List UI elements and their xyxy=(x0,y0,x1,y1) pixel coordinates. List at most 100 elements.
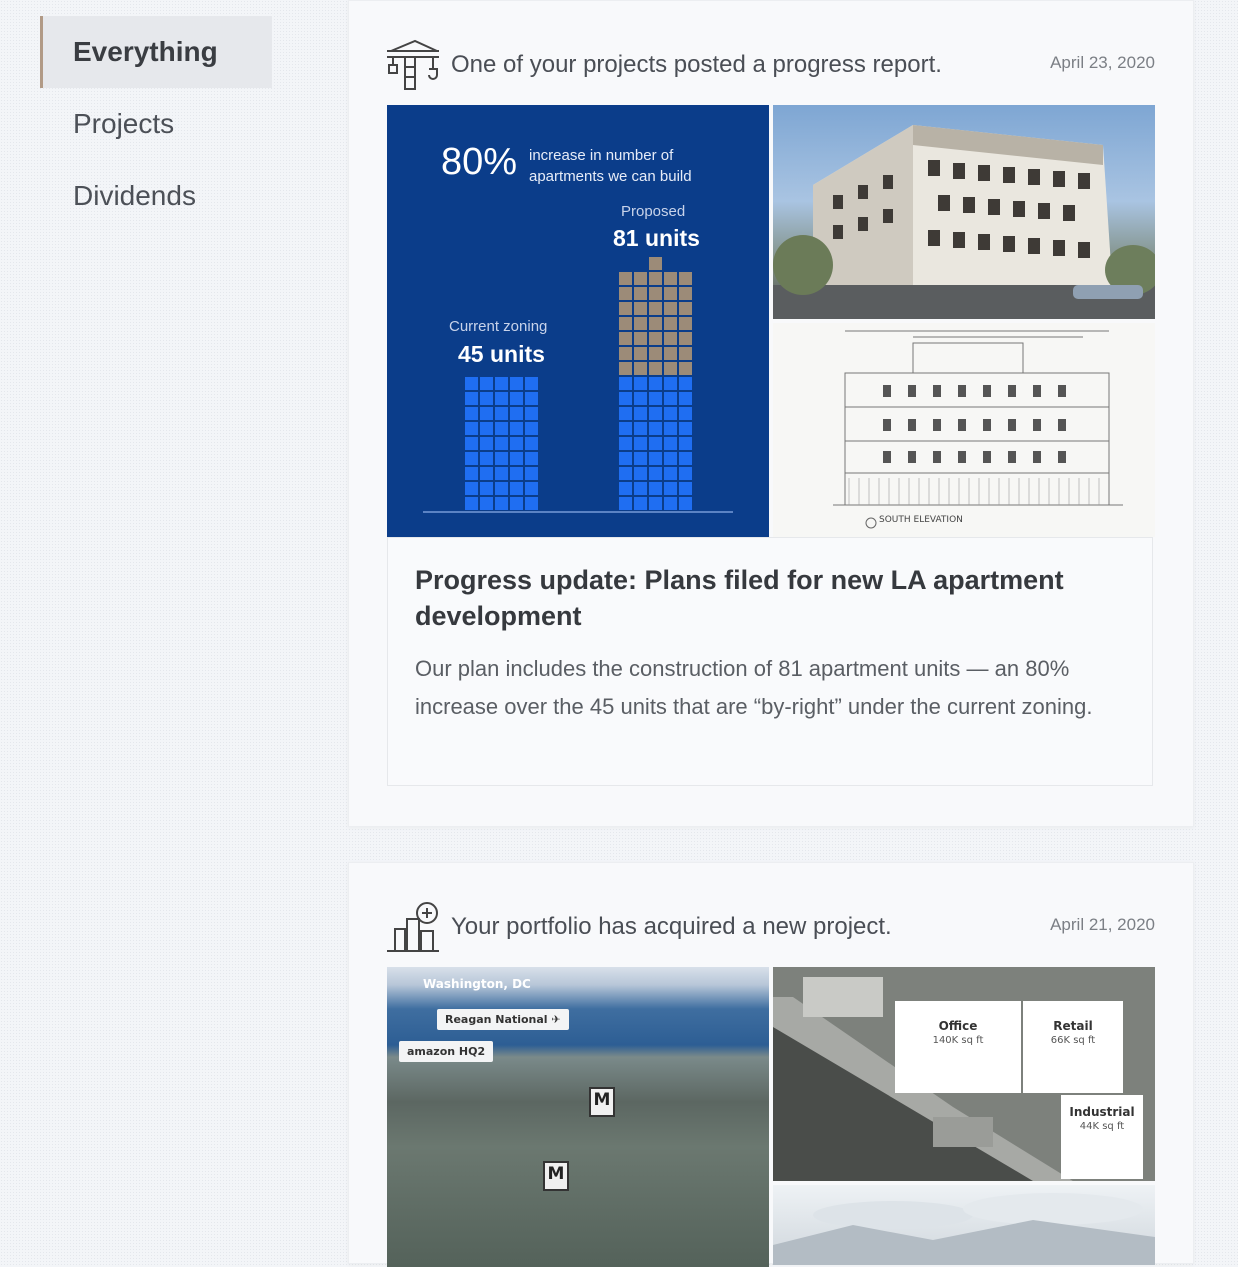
office-lot: Office 140K sq ft xyxy=(895,1001,1021,1093)
unit-cell xyxy=(619,497,632,510)
office-name: Office xyxy=(938,1019,978,1033)
sidebar-item-everything[interactable]: Everything xyxy=(40,16,272,88)
unit-cell xyxy=(495,377,508,390)
unit-cell xyxy=(619,422,632,435)
elevation-illustration: SOUTH ELEVATION xyxy=(833,330,1123,529)
card-header: One of your projects posted a progress r… xyxy=(385,35,1155,91)
unit-cell xyxy=(634,302,647,315)
unit-cell xyxy=(649,392,662,405)
activity-text: One of your projects posted a progress r… xyxy=(451,51,942,78)
sidebar-item-dividends[interactable]: Dividends xyxy=(40,160,272,232)
unit-cell xyxy=(525,482,538,495)
increase-percent: 80% xyxy=(441,141,518,183)
unit-cell xyxy=(649,272,662,285)
unit-cell xyxy=(664,437,677,450)
unit-cell xyxy=(619,377,632,390)
unit-cell xyxy=(619,287,632,300)
metro-icon: M xyxy=(589,1087,615,1117)
unit-cell xyxy=(480,497,493,510)
unit-cell xyxy=(664,302,677,315)
unit-cell xyxy=(465,422,478,435)
post-summary[interactable]: Progress update: Plans filed for new LA … xyxy=(387,537,1153,786)
unit-cell xyxy=(619,437,632,450)
unit-cell xyxy=(495,407,508,420)
aerial-map-image[interactable]: Washington, DC Reagan National ✈ amazon … xyxy=(387,967,769,1267)
current-units-grid xyxy=(465,377,538,510)
unit-cell xyxy=(634,392,647,405)
unit-cell xyxy=(664,272,677,285)
grid-spacer xyxy=(664,257,677,270)
current-zoning-units: 45 units xyxy=(458,341,545,367)
unit-cell xyxy=(679,362,692,375)
unit-cell xyxy=(649,257,662,270)
post-title[interactable]: Progress update: Plans filed for new LA … xyxy=(415,562,1115,634)
unit-cell xyxy=(510,437,523,450)
unit-cell xyxy=(480,422,493,435)
unit-cell xyxy=(634,497,647,510)
amazon-hq2-label: amazon HQ2 xyxy=(399,1041,494,1062)
unit-cell xyxy=(495,437,508,450)
sidebar-item-projects[interactable]: Projects xyxy=(40,88,272,160)
unit-cell xyxy=(664,392,677,405)
site-plan-image[interactable]: Office 140K sq ft Retail 66K sq ft Indus… xyxy=(773,967,1155,1181)
retail-name: Retail xyxy=(1053,1019,1093,1033)
building-plus-icon xyxy=(387,902,439,952)
unit-cell xyxy=(634,422,647,435)
building-rendering-image[interactable] xyxy=(773,105,1155,319)
unit-cell xyxy=(679,407,692,420)
unit-cell xyxy=(480,407,493,420)
unit-cell xyxy=(679,392,692,405)
unit-cell xyxy=(495,497,508,510)
unit-cell xyxy=(679,377,692,390)
building-illustration xyxy=(773,125,1155,319)
unit-cell xyxy=(664,332,677,345)
unit-cell xyxy=(649,317,662,330)
unit-cell xyxy=(619,317,632,330)
unit-cell xyxy=(679,302,692,315)
units-infographic[interactable]: 80% increase in number of apartments we … xyxy=(387,105,769,537)
unit-cell xyxy=(649,362,662,375)
grid-spacer xyxy=(634,257,647,270)
unit-cell xyxy=(634,332,647,345)
unit-cell xyxy=(679,497,692,510)
metro-icon: M xyxy=(543,1161,569,1191)
unit-cell xyxy=(619,362,632,375)
unit-cell xyxy=(525,407,538,420)
unit-cell xyxy=(664,422,677,435)
unit-cell xyxy=(619,302,632,315)
grid-spacer xyxy=(679,257,692,270)
unit-cell xyxy=(495,482,508,495)
unit-cell xyxy=(465,467,478,480)
unit-cell xyxy=(664,452,677,465)
unit-cell xyxy=(495,452,508,465)
unit-cell xyxy=(465,482,478,495)
activity-date: April 21, 2020 xyxy=(1050,915,1155,934)
unit-cell xyxy=(649,332,662,345)
unit-cell xyxy=(495,467,508,480)
unit-cell xyxy=(679,347,692,360)
unit-cell xyxy=(664,362,677,375)
unit-cell xyxy=(619,452,632,465)
unit-cell xyxy=(664,497,677,510)
unit-cell xyxy=(510,407,523,420)
unit-cell xyxy=(649,347,662,360)
unit-cell xyxy=(465,407,478,420)
landscape-photo[interactable] xyxy=(773,1185,1155,1265)
unit-cell xyxy=(679,332,692,345)
city-label: Washington, DC xyxy=(423,977,531,991)
unit-cell xyxy=(465,392,478,405)
unit-cell xyxy=(480,467,493,480)
unit-cell xyxy=(679,467,692,480)
industrial-name: Industrial xyxy=(1069,1105,1135,1119)
feed-card-progress-report[interactable]: One of your projects posted a progress r… xyxy=(348,0,1194,827)
unit-cell xyxy=(664,467,677,480)
chart-baseline xyxy=(423,511,733,513)
unit-cell xyxy=(525,422,538,435)
office-size: 140K sq ft xyxy=(932,1035,984,1046)
unit-cell xyxy=(634,452,647,465)
south-elevation-drawing[interactable]: SOUTH ELEVATION xyxy=(773,323,1155,537)
unit-cell xyxy=(679,422,692,435)
unit-cell xyxy=(525,497,538,510)
feed-card-new-project[interactable]: Your portfolio has acquired a new projec… xyxy=(348,862,1194,1267)
unit-cell xyxy=(619,272,632,285)
